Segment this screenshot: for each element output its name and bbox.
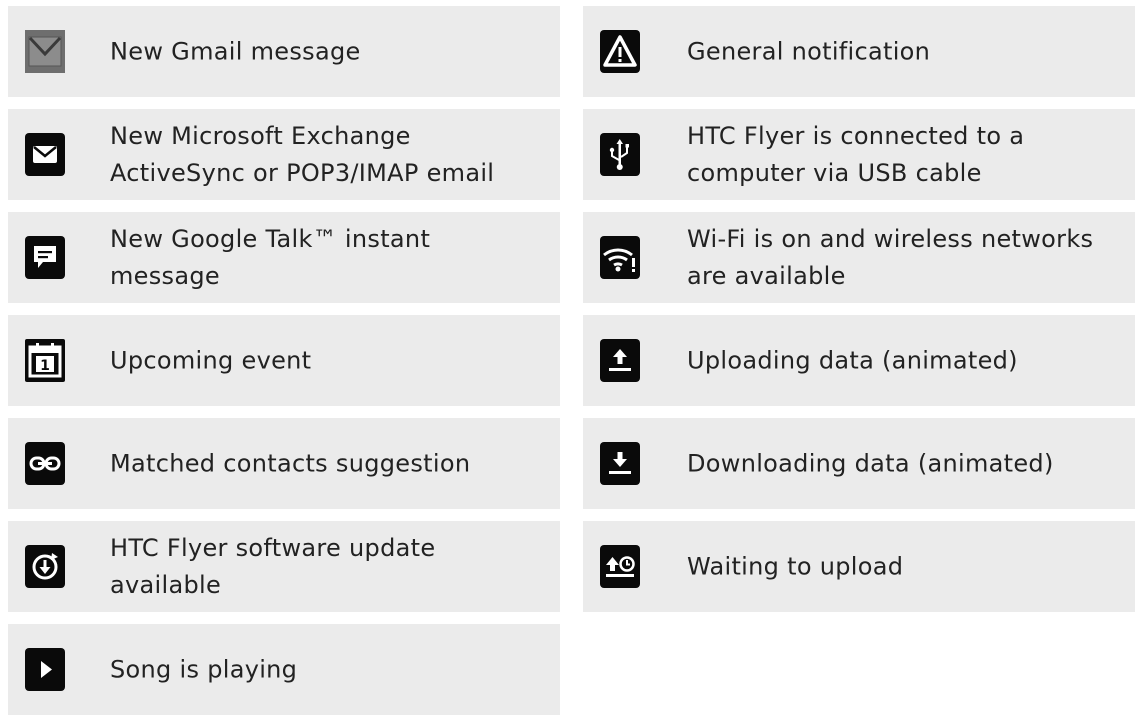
email-icon [25,133,65,176]
list-item: New Gmail message [8,6,560,97]
warning-icon [600,30,640,73]
list-item: HTC Flyer is connected to a computer via… [583,109,1135,200]
item-label: New Google Talk™ instant message [110,224,431,290]
gmail-icon [25,30,65,73]
list-item: Waiting to upload [583,521,1135,612]
left-column: New Gmail message New Microsoft Exchange… [8,6,560,727]
item-label: General notification [687,37,931,65]
item-label: Upcoming event [110,346,312,374]
list-item: General notification [583,6,1135,97]
list-item: Wi-Fi is on and wireless networks are av… [583,212,1135,303]
list-item: Downloading data (animated) [583,418,1135,509]
item-label: HTC Flyer is connected to a computer via… [687,121,1025,187]
calendar-icon: 1 [25,339,65,382]
list-item: New Microsoft Exchange ActiveSync or POP… [8,109,560,200]
wifi-alert-icon [600,236,640,279]
svg-text:1: 1 [40,358,50,374]
item-label: New Gmail message [110,37,361,65]
waiting-upload-icon [600,545,640,588]
usb-icon [600,133,640,176]
list-item: Uploading data (animated) [583,315,1135,406]
chat-icon [25,236,65,279]
item-label: New Microsoft Exchange ActiveSync or POP… [110,121,495,187]
item-label: Matched contacts suggestion [110,449,471,477]
list-item: New Google Talk™ instant message [8,212,560,303]
item-label: HTC Flyer software update available [110,533,436,599]
item-label: Song is playing [110,655,298,683]
item-label: Downloading data (animated) [687,449,1054,477]
list-item: Matched contacts suggestion [8,418,560,509]
upload-icon [600,339,640,382]
download-icon [600,442,640,485]
software-update-icon [25,545,65,588]
play-icon [25,648,65,691]
item-label: Uploading data (animated) [687,346,1018,374]
item-label: Waiting to upload [687,552,904,580]
list-item: Song is playing [8,624,560,715]
item-label: Wi-Fi is on and wireless networks are av… [687,224,1094,290]
right-column: General notification HTC Flyer is connec… [583,6,1135,624]
link-icon [25,442,65,485]
list-item: 1 Upcoming event [8,315,560,406]
list-item: HTC Flyer software update available [8,521,560,612]
